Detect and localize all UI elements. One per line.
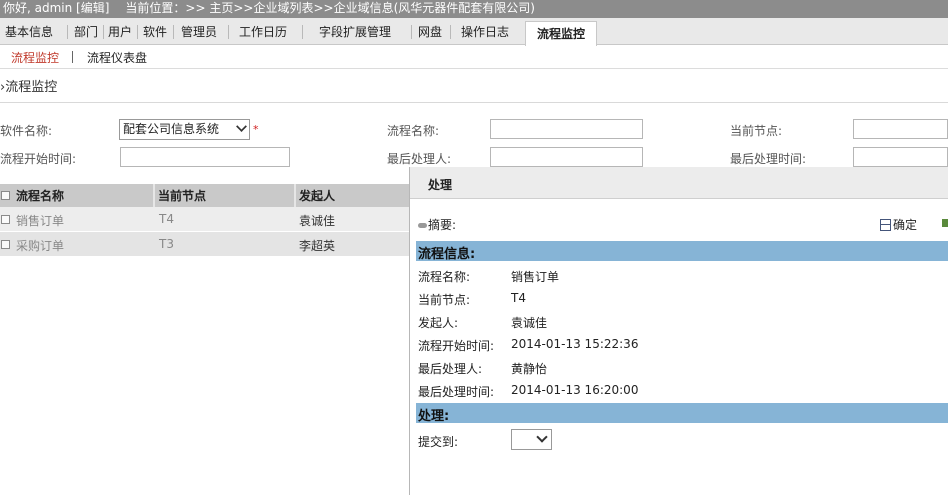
flow-name-label: 流程名称: [387,124,440,138]
field-label-last-time: 最后处理时间: [418,385,495,399]
tab-divider [67,25,68,39]
row-checkbox[interactable] [1,215,10,224]
field-value-flow-name: 销售订单 [511,270,560,284]
confirm-button[interactable]: 确定 [880,216,917,233]
field-label-initiator: 发起人: [418,316,459,330]
tab-net-disk[interactable]: 网盘 [418,22,442,42]
column-header-flow-name[interactable]: 流程名称 [16,187,64,204]
column-divider [153,184,155,207]
subnav-process-dashboard[interactable]: 流程仪表盘 [87,49,147,66]
process-section-title: 处理: [418,409,450,424]
tab-divider [103,25,104,39]
current-node-input[interactable] [853,119,948,139]
tab-work-calendar[interactable]: 工作日历 [239,22,287,42]
flow-name-input[interactable] [490,119,643,139]
cell-initiator: 袁诚佳 [299,214,336,228]
cell-initiator: 李超英 [299,239,336,253]
summary-label: 摘要: [428,218,457,232]
field-value-current-node: T4 [511,291,526,305]
field-value-start-time: 2014-01-13 15:22:36 [511,337,639,351]
tab-bar: 基本信息 部门 用户 软件 管理员 工作日历 字段扩展管理 网盘 操作日志 流程… [0,18,948,46]
toolbar-extra-icon[interactable] [940,217,948,229]
tab-basic-info[interactable]: 基本信息 [5,22,53,42]
chevron-down-icon [536,431,548,443]
submit-to-label: 提交到: [418,435,459,449]
column-divider [294,184,296,207]
field-label-current-node: 当前节点: [418,293,471,307]
required-marker: * [253,123,259,136]
cell-flow-name: 销售订单 [16,214,65,228]
row-checkbox[interactable] [1,240,10,249]
field-value-last-handler: 黄静怡 [511,362,548,376]
section-title: ›流程监控 [0,80,58,95]
process-dialog: 处理 摘要: 确定 流程信息: 流程名称: 销售订单 当前节点: T4 发起人:… [409,167,948,495]
table-row[interactable]: 销售订单 T4 袁诚佳 [0,207,410,231]
last-handler-label: 最后处理人: [387,152,452,166]
tab-operation-log[interactable]: 操作日志 [461,22,509,42]
cell-flow-name: 采购订单 [16,239,65,253]
cell-current-node: T4 [159,212,174,226]
tab-users[interactable]: 用户 [108,22,132,42]
submit-to-select[interactable] [511,429,552,450]
cell-current-node: T3 [159,237,174,251]
user-greeting[interactable]: 你好, admin [编辑] [3,1,109,15]
sub-navigation: 流程监控 流程仪表盘 [0,45,948,69]
tab-divider [302,25,303,39]
start-time-label: 流程开始时间: [0,152,77,166]
tab-divider [450,25,451,39]
dialog-title: 处理 [428,178,453,192]
software-name-value: 配套公司信息系统 [123,122,220,136]
info-section-header: 流程信息: [416,241,948,262]
subnav-divider [72,51,73,63]
summary-toggle[interactable]: 摘要: [418,216,456,233]
info-section-title: 流程信息: [418,247,476,262]
start-time-input[interactable] [120,147,290,167]
tab-divider [228,25,229,39]
tab-software[interactable]: 软件 [143,22,167,42]
column-header-initiator[interactable]: 发起人 [299,187,335,204]
dialog-header[interactable]: 处理 [410,167,948,199]
section-divider [0,102,948,103]
process-section-header: 处理: [416,403,948,424]
field-label-flow-name: 流程名称: [418,270,471,284]
table-header: 流程名称 当前节点 发起人 [0,184,410,207]
software-name-select[interactable]: 配套公司信息系统 [119,119,250,140]
field-value-initiator: 袁诚佳 [511,316,548,330]
tab-department[interactable]: 部门 [74,22,98,42]
software-name-label: 软件名称: [0,124,53,138]
confirm-label: 确定 [893,218,918,232]
current-node-label: 当前节点: [730,124,783,138]
top-status-bar: 你好, admin [编辑] 当前位置：>> 主页>>企业域列表>>企业域信息(风… [0,0,948,18]
tab-process-monitor[interactable]: 流程监控 [525,21,598,46]
tab-field-extension[interactable]: 字段扩展管理 [319,22,391,42]
field-value-last-time: 2014-01-13 16:20:00 [511,383,639,397]
tab-divider [137,25,138,39]
last-time-label: 最后处理时间: [730,152,807,166]
field-label-last-handler: 最后处理人: [418,362,483,376]
last-time-input[interactable] [853,147,948,167]
table-row[interactable]: 采购订单 T3 李超英 [0,232,410,256]
breadcrumb[interactable]: 当前位置：>> 主页>>企业域列表>>企业域信息(风华元器件配套有限公司) [125,1,535,15]
last-handler-input[interactable] [490,147,643,167]
field-label-start-time: 流程开始时间: [418,339,495,353]
chevron-down-icon [236,121,247,132]
tab-divider [411,25,412,39]
collapse-icon [418,223,427,228]
tab-divider [173,25,174,39]
column-header-current-node[interactable]: 当前节点 [158,187,206,204]
save-icon [880,219,891,231]
subnav-process-monitor[interactable]: 流程监控 [11,49,59,66]
tab-administrators[interactable]: 管理员 [181,22,217,42]
select-all-checkbox[interactable] [1,191,10,200]
